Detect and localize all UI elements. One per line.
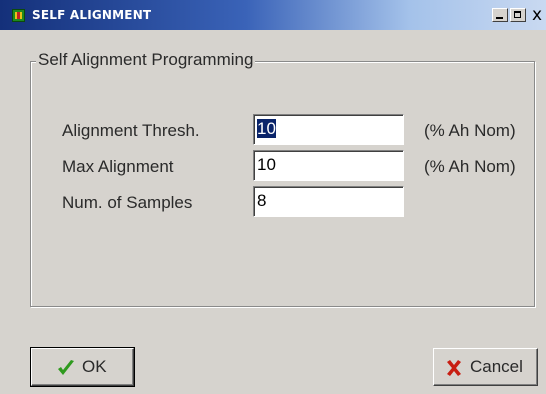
close-button[interactable]: x [528,5,546,25]
x-icon [447,360,461,376]
app-icon-bar [17,12,20,19]
max-alignment-input[interactable]: 10 [253,150,404,181]
check-icon [58,360,74,375]
group-title: Self Alignment Programming [36,50,256,70]
alignment-thresh-label: Alignment Thresh. [62,121,200,140]
alignment-thresh-value: 10 [257,119,276,138]
alignment-thresh-input[interactable]: 10 [253,114,404,145]
cancel-button-label: Cancel [470,357,523,376]
max-alignment-value: 10 [257,155,276,174]
maximize-button[interactable] [510,8,526,22]
cancel-button[interactable]: Cancel [433,348,538,386]
num-samples-value: 8 [257,191,267,210]
max-alignment-label: Max Alignment [62,157,174,176]
alignment-thresh-unit: (% Ah Nom) [424,121,516,140]
window-title: SELF ALIGNMENT [32,8,152,22]
ok-button[interactable]: OK [30,347,135,387]
app-icon[interactable] [12,9,25,22]
maximize-icon [514,11,521,18]
max-alignment-unit: (% Ah Nom) [424,157,516,176]
self-alignment-dialog: SELF ALIGNMENT x Self Alignment Programm… [0,0,546,394]
minimize-icon [496,17,503,19]
minimize-button[interactable] [492,8,508,22]
num-samples-label: Num. of Samples [62,193,193,212]
ok-button-label: OK [82,357,107,376]
self-alignment-group [30,61,535,307]
num-samples-input[interactable]: 8 [253,186,404,217]
title-bar[interactable]: SELF ALIGNMENT x [0,0,546,30]
